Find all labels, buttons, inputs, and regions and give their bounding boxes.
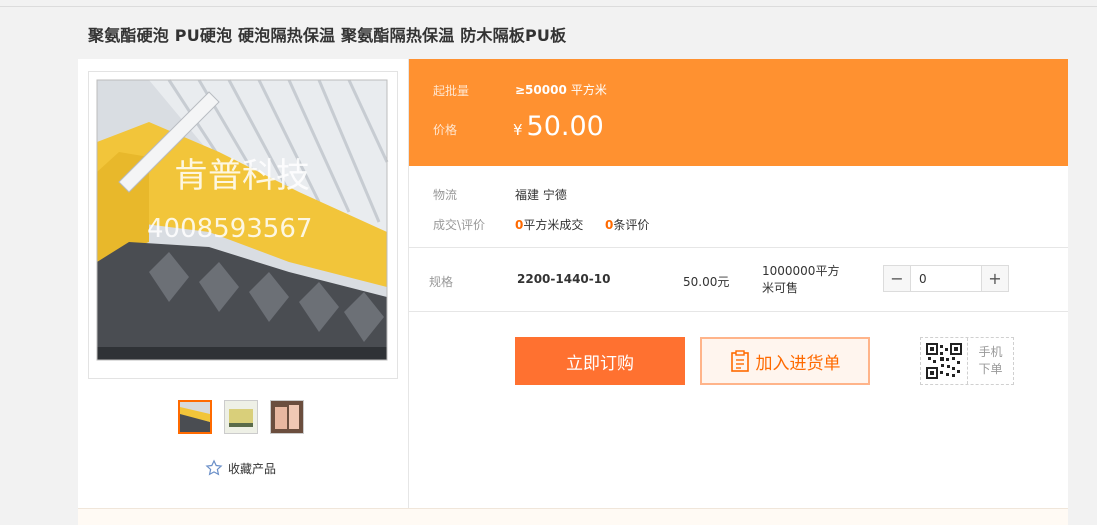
thumbnail-3[interactable]: [270, 400, 304, 434]
info-section: 物流 福建 宁德 成交\评价 0平方米成交 0条评价: [409, 166, 1068, 248]
bottom-strip: [78, 508, 1068, 525]
watermark-phone: 4008593567: [147, 214, 312, 244]
add-to-cart-label: 加入进货单: [755, 353, 841, 374]
gallery-column: 肯普科技 4008593567 收藏产品: [78, 59, 409, 508]
deal-label: 成交\评价: [433, 218, 486, 232]
spec-row: 规格 2200-1440-10 50.00元 1000000平方 米可售 − +: [409, 248, 1068, 312]
spec-stock-line2: 米可售: [762, 281, 799, 295]
review-suffix: 条评价: [613, 218, 650, 232]
logistics-value: 福建 宁德: [515, 188, 567, 202]
mobile-order-line1: 手机: [978, 345, 1003, 359]
spec-label: 规格: [429, 275, 454, 289]
deal-suffix: 平方米成交: [523, 218, 584, 232]
moq-label: 起批量: [433, 84, 470, 98]
moq-value: ≥50000 平方米: [515, 81, 607, 98]
moq-unit: 平方米: [570, 83, 607, 97]
spec-stock-line1: 1000000平方: [762, 264, 840, 278]
review-count-group[interactable]: 0条评价: [605, 216, 649, 233]
quantity-stepper: − +: [883, 265, 1009, 292]
mobile-order-line2: 下单: [978, 362, 1003, 376]
clipboard-icon: [730, 350, 749, 372]
logistics-label: 物流: [433, 188, 458, 202]
thumbnail-2[interactable]: [224, 400, 258, 434]
add-to-cart-button[interactable]: 加入进货单: [700, 337, 870, 385]
mobile-order-label: 手机 下单: [968, 338, 1013, 384]
spec-name: 2200-1440-10: [517, 272, 611, 286]
spec-stock: 1000000平方 米可售: [762, 263, 839, 297]
price-number: 50.00: [526, 111, 604, 142]
currency-symbol: ¥: [513, 121, 523, 139]
favorite-label: 收藏产品: [228, 461, 277, 476]
spec-unit-price: 50.00元: [683, 275, 730, 289]
qr-code-icon: [921, 338, 968, 384]
main-product-image[interactable]: 肯普科技 4008593567: [88, 71, 398, 379]
watermark-company: 肯普科技: [174, 156, 310, 196]
price-label: 价格: [433, 123, 458, 137]
product-panel: 肯普科技 4008593567 收藏产品 起批量 ≥50000 平方米 价格 ¥5…: [78, 59, 1068, 525]
price-value: ¥50.00: [513, 111, 604, 142]
thumbnail-1[interactable]: [178, 400, 212, 434]
star-icon: [205, 459, 223, 476]
mobile-order[interactable]: 手机 下单: [920, 337, 1014, 385]
buy-now-button[interactable]: 立即订购: [515, 337, 685, 385]
product-title: 聚氨酯硬泡 PU硬泡 硬泡隔热保温 聚氨酯隔热保温 防木隔板PU板: [88, 26, 567, 45]
decrease-button[interactable]: −: [884, 266, 911, 291]
quantity-input[interactable]: [911, 266, 981, 291]
moq-number: ≥50000: [515, 83, 567, 97]
increase-button[interactable]: +: [981, 266, 1008, 291]
price-panel: 起批量 ≥50000 平方米 价格 ¥50.00: [409, 59, 1068, 166]
deal-count-group: 0平方米成交: [515, 216, 583, 233]
top-divider: [0, 6, 1097, 7]
favorite-product[interactable]: 收藏产品: [205, 459, 276, 477]
